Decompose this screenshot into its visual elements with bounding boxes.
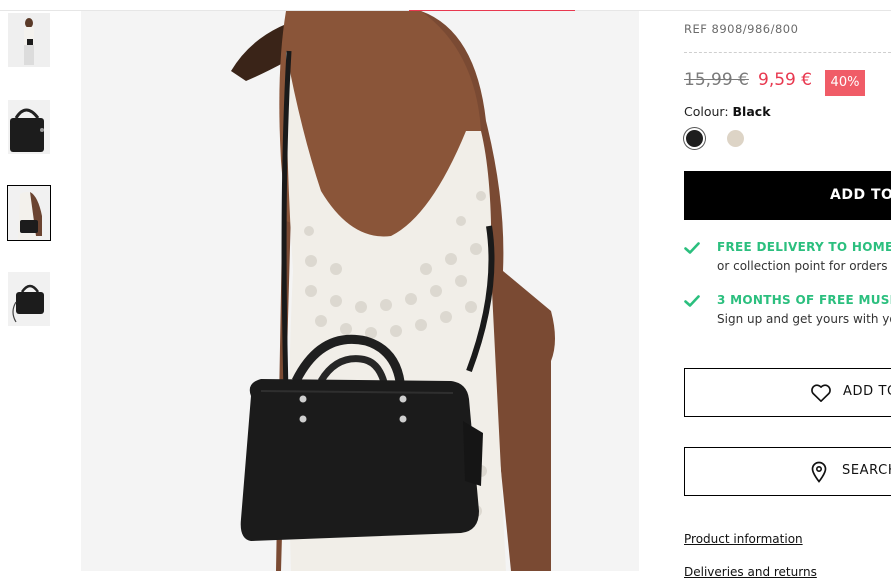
sale-price: 9,59 € (758, 70, 813, 90)
location-pin-icon (811, 461, 827, 483)
benefit-subtitle-music: Sign up and get yours with yo (717, 312, 891, 326)
thumbnail-4[interactable] (8, 272, 50, 326)
colour-row: Colour: Black (684, 104, 771, 119)
product-main-image[interactable] (81, 11, 639, 571)
deliveries-returns-link[interactable]: Deliveries and returns (684, 565, 817, 579)
benefit-subtitle-delivery: or collection point for orders (717, 259, 888, 273)
thumbnail-2[interactable] (8, 100, 50, 154)
colour-swatch-black[interactable] (686, 130, 703, 147)
divider (684, 52, 891, 53)
original-price: 15,99 € (684, 70, 749, 90)
search-store-label: SEARCH (842, 463, 891, 478)
benefit-title-music: 3 MONTHS OF FREE MUSIC WIT (717, 293, 891, 307)
wishlist-label: ADD TO (843, 384, 891, 399)
add-to-wishlist-button[interactable]: ADD TO (684, 368, 891, 417)
check-icon (684, 295, 700, 307)
add-to-bag-button[interactable]: ADD TO B (684, 171, 891, 220)
product-information-link[interactable]: Product information (684, 532, 803, 546)
colour-value: Black (732, 104, 771, 119)
discount-badge: 40% (825, 70, 865, 96)
heart-icon (811, 384, 831, 402)
colour-label: Colour: (684, 104, 733, 119)
check-icon (684, 242, 700, 254)
product-reference: REF 8908/986/800 (684, 22, 799, 36)
thumbnail-1[interactable] (8, 13, 50, 67)
benefit-title-delivery: FREE DELIVERY TO HOME (717, 240, 891, 254)
thumbnail-3[interactable] (7, 185, 51, 241)
colour-swatch-beige[interactable] (727, 130, 744, 147)
search-store-button[interactable]: SEARCH (684, 447, 891, 496)
